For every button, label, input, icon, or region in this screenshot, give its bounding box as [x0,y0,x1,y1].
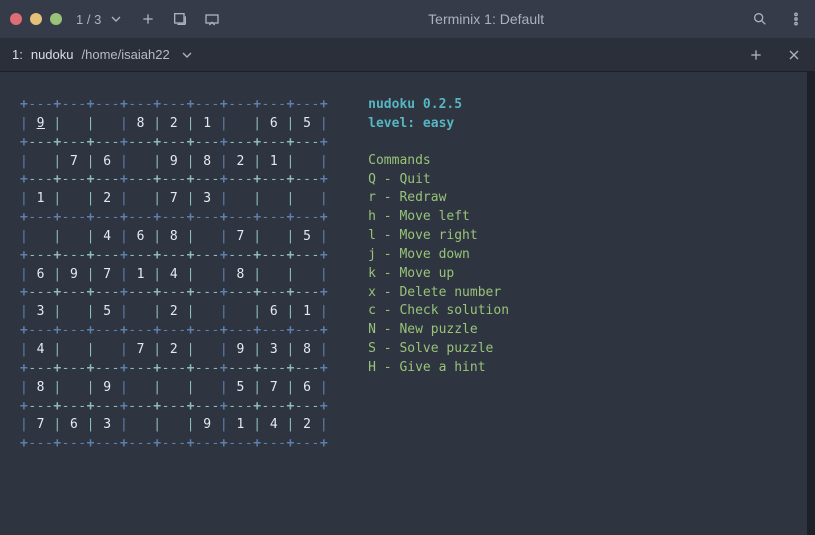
command-line: S - Solve puzzle [368,340,509,359]
tab-path: /home/isaiah22 [82,47,170,62]
add-pane-button[interactable] [747,46,765,64]
pager-text: 1 / 3 [76,12,101,27]
commands-heading: Commands [368,152,509,171]
level-label: level: easy [368,115,509,134]
titlebar: 1 / 3 Terminix 1: Default [0,0,815,38]
sudoku-board: +---+---+---+---+---+---+---+---+---+ | … [4,96,328,525]
terminal-pane[interactable]: +---+---+---+---+---+---+---+---+---+ | … [0,72,815,535]
chevron-down-icon [107,10,125,28]
command-line: l - Move right [368,227,509,246]
tabbar: 1: nudoku /home/isaiah22 [0,38,815,72]
command-line: c - Check solution [368,302,509,321]
search-button[interactable] [751,10,769,28]
broadcast-button[interactable] [203,10,221,28]
app-name-version: nudoku 0.2.5 [368,96,509,115]
window-controls [10,13,62,25]
info-panel: nudoku 0.2.5 level: easy Commands Q - Qu… [368,96,509,525]
session-pager[interactable]: 1 / 3 [76,10,125,28]
terminal-tab[interactable]: 1: nudoku /home/isaiah22 [12,46,196,64]
command-line: N - New puzzle [368,321,509,340]
tab-program: nudoku [31,47,74,62]
command-line: H - Give a hint [368,359,509,378]
commands-list: Q - Quit r - Redraw h - Move left l - Mo… [368,171,509,378]
maximize-window-button[interactable] [50,13,62,25]
command-line: x - Delete number [368,284,509,303]
title-toolbar-left: 1 / 3 [76,10,221,28]
close-window-button[interactable] [10,13,22,25]
menu-button[interactable] [787,10,805,28]
tab-dropdown-icon[interactable] [178,46,196,64]
new-tab-button[interactable] [171,10,189,28]
tab-index: 1: [12,47,23,62]
command-line: j - Move down [368,246,509,265]
command-line: Q - Quit [368,171,509,190]
close-pane-button[interactable] [785,46,803,64]
command-line: r - Redraw [368,189,509,208]
minimize-window-button[interactable] [30,13,42,25]
title-toolbar-right [751,10,805,28]
window-title: Terminix 1: Default [235,11,737,27]
command-line: k - Move up [368,265,509,284]
add-session-button[interactable] [139,10,157,28]
command-line: h - Move left [368,208,509,227]
